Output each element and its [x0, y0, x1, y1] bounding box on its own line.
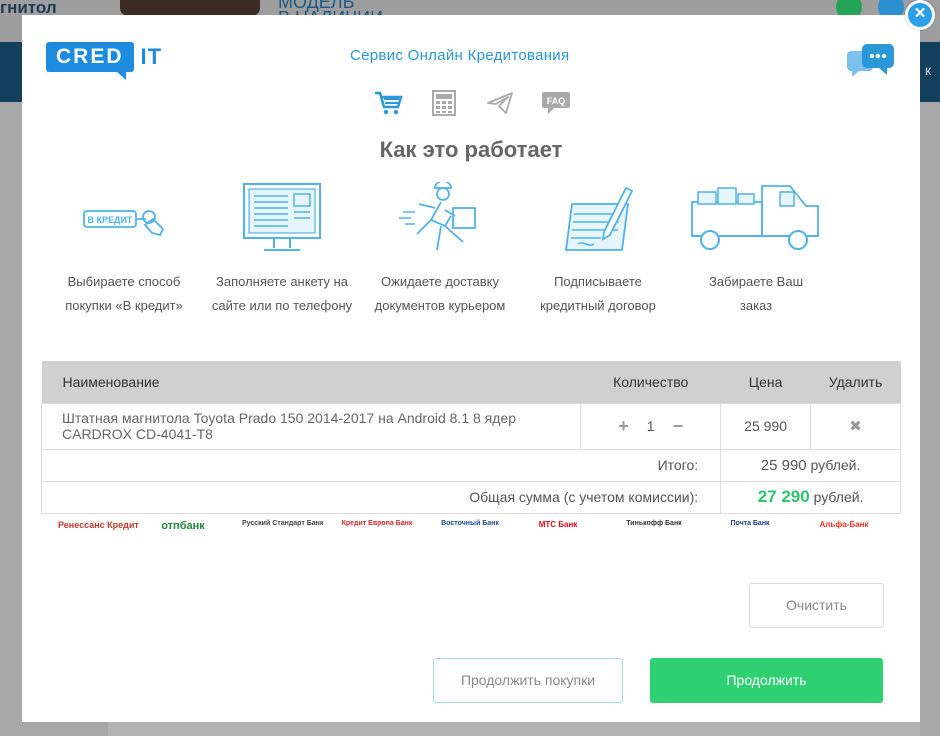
step-text-line2: покупки «В кредит»: [65, 298, 183, 313]
bank-logo-otp: отпбанк: [161, 520, 205, 532]
paper-plane-icon[interactable]: [484, 89, 516, 117]
bank-logo-mts: МТС Банк: [538, 520, 578, 529]
modal-nav: FAQ: [372, 89, 572, 117]
how-it-works-title: Как это работает: [379, 137, 563, 162]
step-pickup: Забираете Ваш заказ: [680, 180, 832, 318]
grand-total-label: Общая сумма (с учетом комиссии):: [40, 480, 722, 514]
steps: В КРЕДИТ Выбираете способ покупки «В кред…: [48, 180, 838, 320]
step-text-line2: документов курьером: [374, 298, 506, 313]
grand-total-value: 27 290 рублей.: [720, 480, 901, 514]
background-product-thumb: [120, 0, 260, 16]
header-price: Цена: [720, 361, 811, 403]
total-value: 25 990 рублей.: [720, 448, 901, 482]
credit-modal: CRED IT Сервис Онлайн Кредитования FAQ К…: [22, 15, 920, 722]
header-name: Наименование: [41, 361, 581, 403]
credit-tag-icon: В КРЕДИТ: [48, 180, 200, 260]
logo-cred: CRED: [46, 42, 134, 80]
credit-logo: CRED IT: [46, 39, 163, 80]
step-sign-contract: Подписываете кредитный договор: [522, 180, 674, 318]
delivery-truck-icon: [680, 180, 832, 260]
minus-button[interactable]: −: [673, 416, 684, 437]
calculator-icon[interactable]: [428, 89, 460, 117]
remove-icon[interactable]: ✖: [849, 418, 862, 435]
monitor-form-icon: [206, 180, 358, 260]
bank-logo-credit-europe: Кредит Европа Банк: [341, 520, 413, 527]
step-choose: В КРЕДИТ Выбираете способ покупки «В кред…: [48, 180, 200, 318]
step-text-line2: сайте или по телефону: [211, 298, 353, 313]
step-text-line1: Забираете Ваш: [708, 274, 804, 289]
contract-sign-icon: [522, 180, 674, 260]
step-fill-form: Заполняете анкету на сайте или по телефон…: [206, 180, 358, 318]
bank-logo-vostochny: Восточный Банк: [441, 520, 499, 527]
quantity-value: 1: [646, 418, 655, 434]
total-label: Итого:: [40, 448, 722, 482]
bank-logo-renaissance: Ренессанс Кредит: [58, 520, 139, 530]
service-title: Сервис Онлайн Кредитования: [350, 47, 570, 64]
step-text-line1: Выбираете способ: [67, 274, 181, 289]
step-text-line1: Заполняете анкету на: [216, 274, 348, 289]
continue-button[interactable]: Продолжить: [650, 658, 883, 703]
delete-cell: ✖: [810, 402, 901, 450]
product-price: 25 990: [720, 402, 812, 450]
svg-text:В КРЕДИТ: В КРЕДИТ: [88, 215, 133, 225]
close-icon[interactable]: ×: [905, 0, 935, 30]
continue-shopping-button[interactable]: Продолжить покупки: [433, 658, 623, 703]
cart-header-row: Наименование Количество Цена Удалить: [41, 361, 901, 403]
step-courier: Ожидаете доставку документов курьером: [364, 180, 516, 318]
table-row: Штатная магнитола Toyota Prado 150 2014-…: [40, 402, 901, 450]
bank-logo-tinkoff: Тинькофф Банк: [626, 520, 682, 527]
faq-icon[interactable]: FAQ: [540, 89, 572, 117]
cart-icon[interactable]: [372, 89, 404, 117]
bank-logo-russian-standard: Русский Стандарт Банк: [242, 520, 324, 527]
bank-logo-pochta: Почта Банк: [730, 520, 770, 527]
total-row: Итого: 25 990 рублей.: [40, 448, 901, 482]
faq-label: FAQ: [547, 96, 566, 106]
bank-logo-alfa: Альфа-Банк: [819, 520, 869, 529]
clear-button[interactable]: Очистить: [749, 583, 884, 628]
quantity-stepper: + 1 −: [580, 402, 722, 450]
header-quantity: Количество: [580, 361, 721, 403]
grand-total-row: Общая сумма (с учетом комиссии): 27 290 …: [40, 480, 901, 514]
cart-table: Наименование Количество Цена Удалить Шта…: [40, 361, 901, 514]
courier-icon: [364, 180, 516, 260]
plus-button[interactable]: +: [618, 416, 629, 437]
step-text-line2: кредитный договор: [540, 298, 656, 313]
bank-logos: Ренессанс Кредит отпбанк Русский Стандар…: [52, 520, 892, 550]
product-name: Штатная магнитола Toyota Prado 150 2014-…: [40, 402, 582, 450]
step-text-line1: Ожидаете доставку: [381, 274, 499, 289]
step-text-line2: заказ: [739, 298, 773, 313]
header-delete: Удалить: [810, 361, 901, 403]
logo-it: IT: [140, 44, 163, 69]
chat-icon[interactable]: [845, 41, 897, 81]
background-fragment: к: [925, 62, 932, 78]
step-text-line1: Подписываете: [554, 274, 642, 289]
